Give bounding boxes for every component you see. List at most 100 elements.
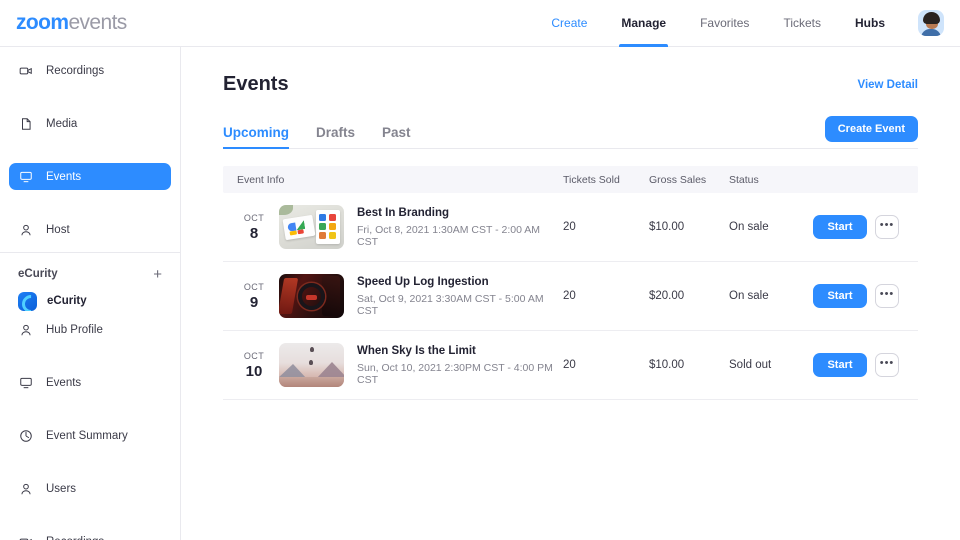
sidebar-section-header: eCurity +	[0, 262, 180, 286]
tickets-sold-value: 20	[563, 221, 649, 233]
event-datetime: Sat, Oct 9, 2021 3:30AM CST - 5:00 AM CS…	[357, 293, 563, 317]
event-month: OCT	[237, 213, 271, 223]
event-month: OCT	[237, 282, 271, 292]
status-badge: On sale	[729, 221, 813, 233]
main-content: Events View Detail Upcoming Drafts Past …	[181, 47, 960, 540]
spacer	[0, 190, 180, 216]
event-day: 10	[237, 363, 271, 380]
spacer	[0, 502, 180, 528]
event-month: OCT	[237, 351, 271, 361]
more-options-icon[interactable]: •••	[875, 353, 899, 377]
nav-item-favorites[interactable]: Favorites	[683, 0, 766, 47]
event-text-block: When Sky Is the Limit Sun, Oct 10, 2021 …	[357, 345, 563, 386]
sidebar-label: Events	[46, 171, 81, 183]
sidebar-item-events[interactable]: Events	[9, 163, 171, 190]
thumb-steering-wheel	[298, 283, 325, 310]
row-actions: Start •••	[813, 353, 918, 377]
event-thumbnail	[279, 205, 344, 249]
sidebar-label: Recordings	[46, 536, 104, 540]
spacer	[0, 84, 180, 110]
host-icon	[18, 222, 34, 238]
page-title: Events	[223, 73, 289, 96]
hub-ecurity[interactable]: eCurity	[0, 286, 180, 316]
spacer	[0, 396, 180, 422]
spacer	[0, 343, 180, 369]
more-options-icon[interactable]: •••	[875, 215, 899, 239]
sidebar-section-label: eCurity	[18, 268, 58, 280]
tab-upcoming[interactable]: Upcoming	[223, 125, 289, 148]
logo-zoom-text: zoom	[16, 11, 68, 35]
sidebar-label: Users	[46, 483, 76, 495]
sidebar-divider	[0, 252, 180, 253]
start-button[interactable]: Start	[813, 353, 867, 377]
tab-past[interactable]: Past	[382, 125, 411, 148]
avatar-hair	[923, 12, 940, 24]
event-date-badge: OCT 8	[237, 213, 271, 242]
avatar[interactable]	[918, 10, 944, 36]
sidebar-item-hub-events[interactable]: Events	[9, 369, 171, 396]
status-badge: On sale	[729, 290, 813, 302]
users-icon	[18, 481, 34, 497]
event-date-badge: OCT 10	[237, 351, 271, 380]
sidebar-label: Recordings	[46, 65, 104, 77]
view-detail-link[interactable]: View Detail	[857, 79, 918, 91]
thumb-logo-card	[283, 215, 316, 240]
spacer	[0, 449, 180, 475]
nav-item-tickets[interactable]: Tickets	[766, 0, 838, 47]
spacer	[0, 137, 180, 163]
hub-name: eCurity	[47, 295, 87, 307]
nav-item-manage[interactable]: Manage	[604, 0, 683, 47]
nav-item-hubs[interactable]: Hubs	[838, 0, 902, 47]
page-header: Events View Detail	[223, 73, 918, 96]
profile-icon	[18, 322, 34, 338]
event-title: When Sky Is the Limit	[357, 345, 563, 357]
tab-drafts[interactable]: Drafts	[316, 125, 355, 148]
thumb-water	[279, 377, 344, 387]
sidebar-item-media[interactable]: Media	[9, 110, 171, 137]
gross-sales-value: $10.00	[649, 221, 729, 233]
event-day: 8	[237, 225, 271, 242]
sidebar-label: Media	[46, 118, 77, 130]
event-info-cell: OCT 10 When Sky Is the Limit Sun, Oct 10…	[223, 343, 563, 387]
top-bar: zoomevents Create Manage Favorites Ticke…	[0, 0, 960, 47]
add-hub-icon[interactable]: +	[153, 267, 162, 282]
event-title: Best In Branding	[357, 207, 563, 219]
tab-bar: Upcoming Drafts Past Create Event	[223, 116, 918, 149]
table-row[interactable]: OCT 9 Speed Up Log Ingestion Sat, Oct 9,…	[223, 262, 918, 331]
thumb-balloon	[309, 360, 313, 365]
nav-item-create[interactable]: Create	[534, 0, 604, 47]
sidebar-item-hub-profile[interactable]: Hub Profile	[9, 316, 171, 343]
media-icon	[18, 116, 34, 132]
table-row[interactable]: OCT 10 When Sky Is the Limit Sun, Oct 10…	[223, 331, 918, 400]
create-event-button[interactable]: Create Event	[825, 116, 918, 142]
start-button[interactable]: Start	[813, 215, 867, 239]
event-datetime: Fri, Oct 8, 2021 1:30AM CST - 2:00 AM CS…	[357, 224, 563, 248]
table-row[interactable]: OCT 8 Best In Branding Fri, Oct 8, 2021 …	[223, 193, 918, 262]
top-navigation: Create Manage Favorites Tickets Hubs	[534, 0, 960, 47]
sidebar-item-users[interactable]: Users	[9, 475, 171, 502]
sidebar-label: Hub Profile	[46, 324, 103, 336]
sidebar-item-host[interactable]: Host	[9, 216, 171, 243]
sidebar: Recordings Media Events Host eCurity	[0, 47, 181, 540]
recordings-icon	[18, 534, 34, 540]
events-icon	[18, 375, 34, 391]
thumb-icon-grid	[316, 210, 340, 244]
row-actions: Start •••	[813, 215, 918, 239]
start-button[interactable]: Start	[813, 284, 867, 308]
more-options-icon[interactable]: •••	[875, 284, 899, 308]
table-header-row: Event Info Tickets Sold Gross Sales Stat…	[223, 166, 918, 193]
sidebar-item-event-summary[interactable]: Event Summary	[9, 422, 171, 449]
sidebar-item-recordings[interactable]: Recordings	[9, 57, 171, 84]
event-date-badge: OCT 9	[237, 282, 271, 311]
column-header-gross-sales: Gross Sales	[649, 174, 729, 186]
tickets-sold-value: 20	[563, 290, 649, 302]
recordings-icon	[18, 63, 34, 79]
sidebar-item-hub-recordings[interactable]: Recordings	[9, 528, 171, 540]
sidebar-label: Host	[46, 224, 70, 236]
events-icon	[18, 169, 34, 185]
thumb-leaf	[279, 205, 293, 215]
status-badge: Sold out	[729, 359, 813, 371]
events-table: Event Info Tickets Sold Gross Sales Stat…	[223, 166, 918, 400]
zoom-events-logo[interactable]: zoomevents	[16, 11, 127, 35]
sidebar-label: Event Summary	[46, 430, 128, 442]
